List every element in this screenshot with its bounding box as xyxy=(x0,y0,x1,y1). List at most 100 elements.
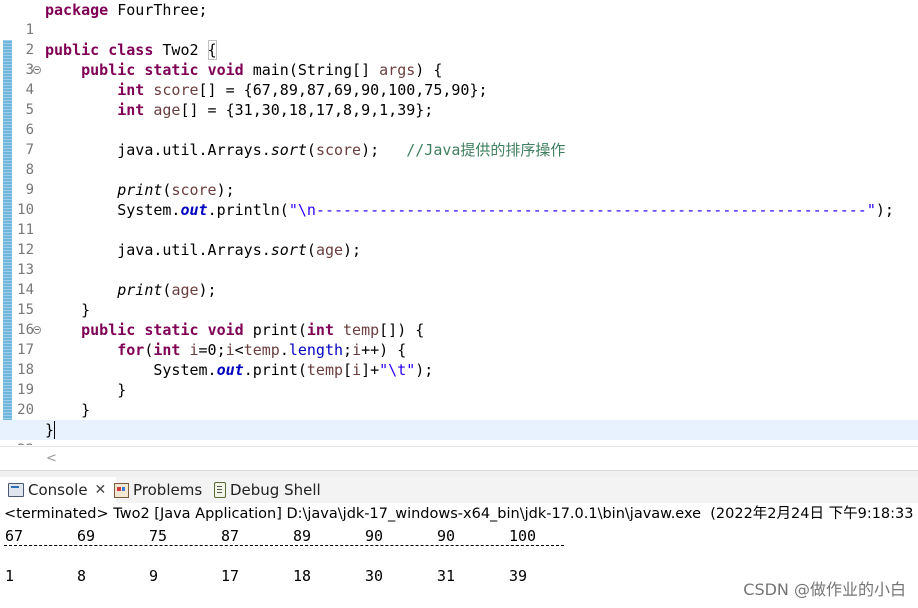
watermark: CSDN @做作业的小白 xyxy=(743,580,906,599)
output-value: 8 xyxy=(77,567,87,585)
fold-toggle-icon[interactable] xyxy=(33,326,41,334)
keyword: static xyxy=(144,321,199,339)
code-line[interactable]: 9 xyxy=(0,160,918,198)
code-text: [ xyxy=(343,361,353,379)
variable: i xyxy=(352,341,362,359)
field: length xyxy=(288,341,344,359)
close-icon[interactable]: ✕ xyxy=(95,477,107,503)
code-text: . xyxy=(279,341,289,359)
code-text: System. xyxy=(117,201,181,219)
code-line[interactable]: 8 java.util.Arrays.sort(score); //Java提供… xyxy=(0,140,918,178)
code-line[interactable]: 4 public static void main(String[] args)… xyxy=(0,60,918,98)
code-text: java.util.Arrays. xyxy=(117,141,271,159)
horizontal-scrollbar[interactable]: < xyxy=(0,446,918,471)
tab-label: Debug Shell xyxy=(230,481,321,499)
console-icon xyxy=(8,483,24,497)
code-text: ); xyxy=(216,181,235,199)
code-text: .println( xyxy=(207,201,289,219)
comment: //Java提供的排序操作 xyxy=(406,141,566,159)
code-text: } xyxy=(81,401,91,419)
output-value: 9 xyxy=(149,567,159,585)
tab-problems[interactable]: Problems xyxy=(114,477,202,503)
output-value: 1 xyxy=(5,567,15,585)
console-status: <terminated> Two2 [Java Application] D:\… xyxy=(4,506,918,522)
keyword: int xyxy=(153,341,181,359)
keyword: void xyxy=(207,61,244,79)
variable: age xyxy=(153,101,181,119)
variable: age xyxy=(315,241,344,259)
code-line[interactable]: 11 System.out.println("\n---------------… xyxy=(0,200,918,238)
output-value: 75 xyxy=(149,527,168,545)
code-text: java.util.Arrays. xyxy=(117,241,271,259)
code-text: print( xyxy=(243,321,307,339)
code-text: } xyxy=(117,381,127,399)
code-text: } xyxy=(81,301,91,319)
keyword: static xyxy=(144,61,199,79)
variable: age xyxy=(171,281,199,299)
output-value: 67 xyxy=(5,527,24,545)
string-literal: "\n-------------------------------------… xyxy=(288,201,876,219)
code-line[interactable]: 15 print(age); xyxy=(0,280,918,318)
code-text: [] = {31,30,18,17,8,9,1,39}; xyxy=(180,101,434,119)
fold-toggle-icon[interactable] xyxy=(33,66,41,74)
code-text: main(String[] xyxy=(243,61,380,79)
variable: i xyxy=(352,361,362,379)
code-text: FourThree; xyxy=(108,1,208,19)
code-line[interactable]: 3 public class Two2 { xyxy=(0,40,918,78)
variable: score xyxy=(171,181,217,199)
code-line[interactable]: 2 xyxy=(0,20,918,58)
variable: temp xyxy=(343,321,380,339)
code-editor[interactable]: 1 package FourThree; 2 3 public class Tw… xyxy=(0,0,918,445)
matched-brace: { xyxy=(207,40,217,60)
code-text: .print( xyxy=(243,361,307,379)
code-line[interactable]: 7 xyxy=(0,120,918,158)
code-line[interactable]: 5 int score[] = {67,89,87,69,90,100,75,9… xyxy=(0,80,918,118)
code-text: []) { xyxy=(379,321,425,339)
code-line[interactable]: 14 xyxy=(0,260,918,298)
variable: i xyxy=(189,341,199,359)
output-separator-line xyxy=(4,545,564,546)
code-line[interactable]: 1 package FourThree; xyxy=(0,0,918,38)
code-line[interactable]: 10 print(score); xyxy=(0,180,918,218)
variable: score xyxy=(315,141,362,159)
keyword: public xyxy=(81,61,136,79)
keyword: void xyxy=(207,321,244,339)
code-line[interactable]: 13 java.util.Arrays.sort(age); xyxy=(0,240,918,278)
code-text: System. xyxy=(153,361,217,379)
code-line-current[interactable]: 22 } xyxy=(0,420,918,445)
code-line[interactable]: 19 System.out.print(temp[i]+"\t"); xyxy=(0,360,918,398)
scroll-left-arrow-icon[interactable]: < xyxy=(46,451,57,466)
static-field: out xyxy=(180,201,208,219)
output-value: 31 xyxy=(437,567,456,585)
string-literal: "\t" xyxy=(379,361,416,379)
tab-debug-shell[interactable]: Debug Shell xyxy=(214,477,321,503)
variable: i xyxy=(225,341,235,359)
method-name: print xyxy=(117,181,163,199)
code-line[interactable]: 12 xyxy=(0,220,918,258)
method-name: sort xyxy=(270,141,307,159)
code-line[interactable]: 21 } xyxy=(0,400,918,438)
keyword: int xyxy=(117,81,145,99)
tab-console[interactable]: Console ✕ xyxy=(0,477,116,503)
output-value: 39 xyxy=(509,567,528,585)
code-line[interactable]: 17 public static void print(int temp[]) … xyxy=(0,320,918,358)
output-value: 100 xyxy=(509,527,537,545)
tab-label: Problems xyxy=(133,481,203,499)
keyword: for xyxy=(117,341,145,359)
code-line[interactable]: 18 for(int i=0;i<temp.length;i++) { xyxy=(0,340,918,378)
code-line[interactable]: 16 } xyxy=(0,300,918,338)
keyword: class xyxy=(108,41,154,59)
variable: temp xyxy=(306,361,344,379)
code-text: ( xyxy=(306,241,316,259)
static-field: out xyxy=(216,361,244,379)
code-line[interactable]: 20 } xyxy=(0,380,918,418)
code-text: ); xyxy=(198,281,217,299)
code-text: ); xyxy=(875,201,894,219)
code-text: =0; xyxy=(198,341,226,359)
code-text: ; xyxy=(343,341,353,359)
code-line[interactable]: 6 int age[] = {31,30,18,17,8,9,1,39}; xyxy=(0,100,918,138)
output-value: 69 xyxy=(77,527,96,545)
problems-icon xyxy=(114,482,129,498)
output-value: 90 xyxy=(437,527,456,545)
code-text: [] = {67,89,87,69,90,100,75,90}; xyxy=(198,81,488,99)
